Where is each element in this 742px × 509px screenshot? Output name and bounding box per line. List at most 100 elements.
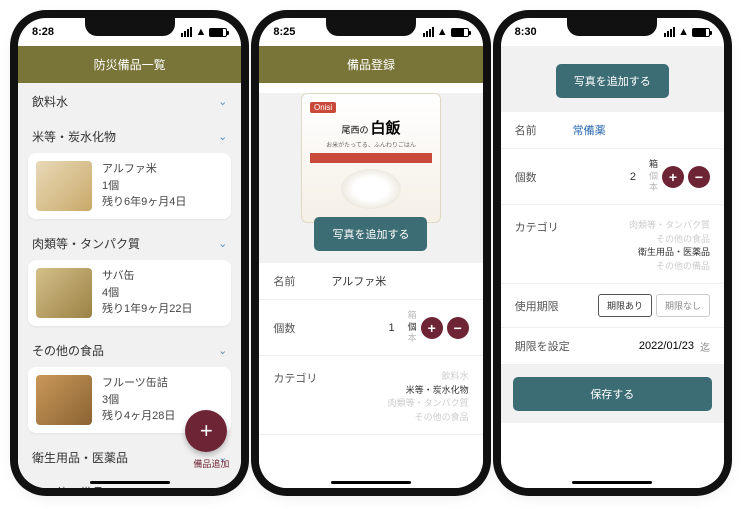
product-photo: Onisi 尾西の白飯 お米がたってる、ふんわりごはん xyxy=(301,93,441,223)
unit-picker[interactable]: 箱 個 本 xyxy=(640,159,658,194)
prod-prefix: 尾西の xyxy=(341,123,368,136)
save-button[interactable]: 保存する xyxy=(513,377,712,411)
header-title: 防災備品一覧 xyxy=(18,46,241,83)
prod-name: 白飯 xyxy=(370,117,400,138)
name-row: 名前 常備薬 xyxy=(501,112,724,149)
date-row: 期限を設定 2022/01/23 迄 xyxy=(501,328,724,365)
status-indicators: ▲ xyxy=(423,26,469,38)
expiry-label: 使用期限 xyxy=(515,298,573,314)
phone-register-2: 8:30 ▲ 写真を追加する 名前 常備薬 個数 2 箱 個 本 + − カテゴ… xyxy=(501,18,724,488)
category-row: カテゴリ 飲料水 米等・炭水化物 肉類等・タンパク質 その他の食品 xyxy=(259,356,482,435)
item-thumb xyxy=(36,161,92,211)
item-name: サバ缶 xyxy=(102,268,192,285)
battery-icon xyxy=(451,28,469,37)
header-title: 備品登録 xyxy=(259,46,482,83)
unit-picker[interactable]: 箱 個 本 xyxy=(399,310,417,345)
clock: 8:30 xyxy=(515,26,537,38)
section-label: その他の食品 xyxy=(32,342,104,359)
form-body: 写真を追加する 名前 常備薬 個数 2 箱 個 本 + − カテゴリ 肉類等・タ… xyxy=(501,46,724,488)
bowl-icon xyxy=(341,169,401,209)
clock: 8:25 xyxy=(273,26,295,38)
signal-icon xyxy=(181,27,192,37)
fab-label: 備品追加 xyxy=(193,457,229,470)
item-name: アルファ米 xyxy=(102,161,186,178)
qty-value[interactable]: 1 xyxy=(331,322,398,334)
seg-has-expiry[interactable]: 期限あり xyxy=(598,294,652,317)
qty-label: 個数 xyxy=(515,169,573,185)
plus-icon: + xyxy=(200,418,213,444)
status-indicators: ▲ xyxy=(181,26,227,38)
plus-button[interactable]: + xyxy=(662,166,684,188)
name-input[interactable]: 常備薬 xyxy=(573,122,710,138)
section-header[interactable]: 飲料水 ⌄ xyxy=(18,83,241,118)
category-picker[interactable]: 飲料水 米等・炭水化物 肉類等・タンパク質 その他の食品 xyxy=(388,370,469,424)
notch xyxy=(85,18,175,36)
date-value[interactable]: 2022/01/23 xyxy=(639,340,694,352)
item-qty: 4個 xyxy=(102,285,192,302)
signal-icon xyxy=(664,27,675,37)
phone-register: 8:25 ▲ 備品登録 Onisi 尾西の白飯 お米がたってる、ふんわりごはん … xyxy=(259,18,482,488)
item-info: アルファ米 1個 残り6年9ヶ月4日 xyxy=(102,161,186,211)
photo-area: 写真を追加する xyxy=(501,46,724,112)
item-thumb xyxy=(36,268,92,318)
expiry-row: 使用期限 期限あり 期限なし xyxy=(501,284,724,328)
chevron-down-icon: ⌄ xyxy=(218,95,227,108)
chevron-down-icon: ⌄ xyxy=(218,344,227,357)
status-indicators: ▲ xyxy=(664,26,710,38)
name-label: 名前 xyxy=(273,273,331,289)
item-info: サバ缶 4個 残り1年9ヶ月22日 xyxy=(102,268,192,318)
qty-value[interactable]: 2 xyxy=(573,171,640,183)
date-label: 期限を設定 xyxy=(515,338,583,354)
wifi-icon: ▲ xyxy=(195,26,206,38)
prod-sub: お米がたってる、ふんわりごはん xyxy=(326,140,416,149)
section-label: その他の備品 xyxy=(32,484,104,488)
qty-row: 個数 2 箱 個 本 + − xyxy=(501,149,724,205)
qty-label: 個数 xyxy=(273,320,331,336)
section-header[interactable]: 肉類等・タンパク質⌄ xyxy=(18,225,241,260)
chevron-down-icon: ⌄ xyxy=(218,237,227,250)
home-indicator xyxy=(90,481,170,484)
wifi-icon: ▲ xyxy=(437,26,448,38)
plus-button[interactable]: + xyxy=(421,317,443,339)
chevron-down-icon: ⌄ xyxy=(218,130,227,143)
list-body[interactable]: 飲料水 ⌄ 米等・炭水化物 ⌄ アルファ米 1個 残り6年9ヶ月4日 肉類等・タンパ… xyxy=(18,83,241,488)
qty-row: 個数 1 箱 個 本 + − xyxy=(259,300,482,356)
item-remaining: 残り6年9ヶ月4日 xyxy=(102,194,186,211)
section-header[interactable]: その他の食品 ⌄ xyxy=(18,332,241,367)
category-picker[interactable]: 肉類等・タンパク質 その他の食品 衛生用品・医薬品 その他の備品 xyxy=(629,219,710,273)
section-header[interactable]: 米等・炭水化物 ⌄ xyxy=(18,118,241,153)
item-remaining: 残り1年9ヶ月22日 xyxy=(102,301,192,318)
item-remaining: 残り4ヶ月28日 xyxy=(102,408,175,425)
name-label: 名前 xyxy=(515,122,573,138)
minus-button[interactable]: − xyxy=(688,166,710,188)
minus-button[interactable]: − xyxy=(447,317,469,339)
battery-icon xyxy=(209,28,227,37)
section-label: 飲料水 xyxy=(32,93,68,110)
battery-icon xyxy=(692,28,710,37)
signal-icon xyxy=(423,27,434,37)
form-body: Onisi 尾西の白飯 お米がたってる、ふんわりごはん 写真を追加する 名前 ア… xyxy=(259,83,482,488)
name-row: 名前 アルファ米 xyxy=(259,263,482,300)
brand-badge: Onisi xyxy=(310,102,336,113)
date-suffix: 迄 xyxy=(700,339,710,354)
add-photo-button[interactable]: 写真を追加する xyxy=(556,64,669,98)
home-indicator xyxy=(572,481,652,484)
name-input[interactable]: アルファ米 xyxy=(331,273,468,289)
notch xyxy=(326,18,416,36)
phone-list: 8:28 ▲ 防災備品一覧 飲料水 ⌄ 米等・炭水化物 ⌄ アルファ米 1個 残り6… xyxy=(18,18,241,488)
wifi-icon: ▲ xyxy=(678,26,689,38)
home-indicator xyxy=(331,481,411,484)
item-card[interactable]: アルファ米 1個 残り6年9ヶ月4日 xyxy=(28,153,231,219)
expiry-segment[interactable]: 期限あり 期限なし xyxy=(598,294,710,317)
item-thumb xyxy=(36,375,92,425)
item-qty: 1個 xyxy=(102,178,186,195)
clock: 8:28 xyxy=(32,26,54,38)
category-row: カテゴリ 肉類等・タンパク質 その他の食品 衛生用品・医薬品 その他の備品 xyxy=(501,205,724,284)
seg-no-expiry[interactable]: 期限なし xyxy=(656,294,710,317)
section-label: 米等・炭水化物 xyxy=(32,128,116,145)
notch xyxy=(567,18,657,36)
category-label: カテゴリ xyxy=(273,370,331,386)
add-photo-button[interactable]: 写真を追加する xyxy=(314,217,427,251)
item-card[interactable]: サバ缶 4個 残り1年9ヶ月22日 xyxy=(28,260,231,326)
item-info: フルーツ缶詰 3個 残り4ヶ月28日 xyxy=(102,375,175,425)
